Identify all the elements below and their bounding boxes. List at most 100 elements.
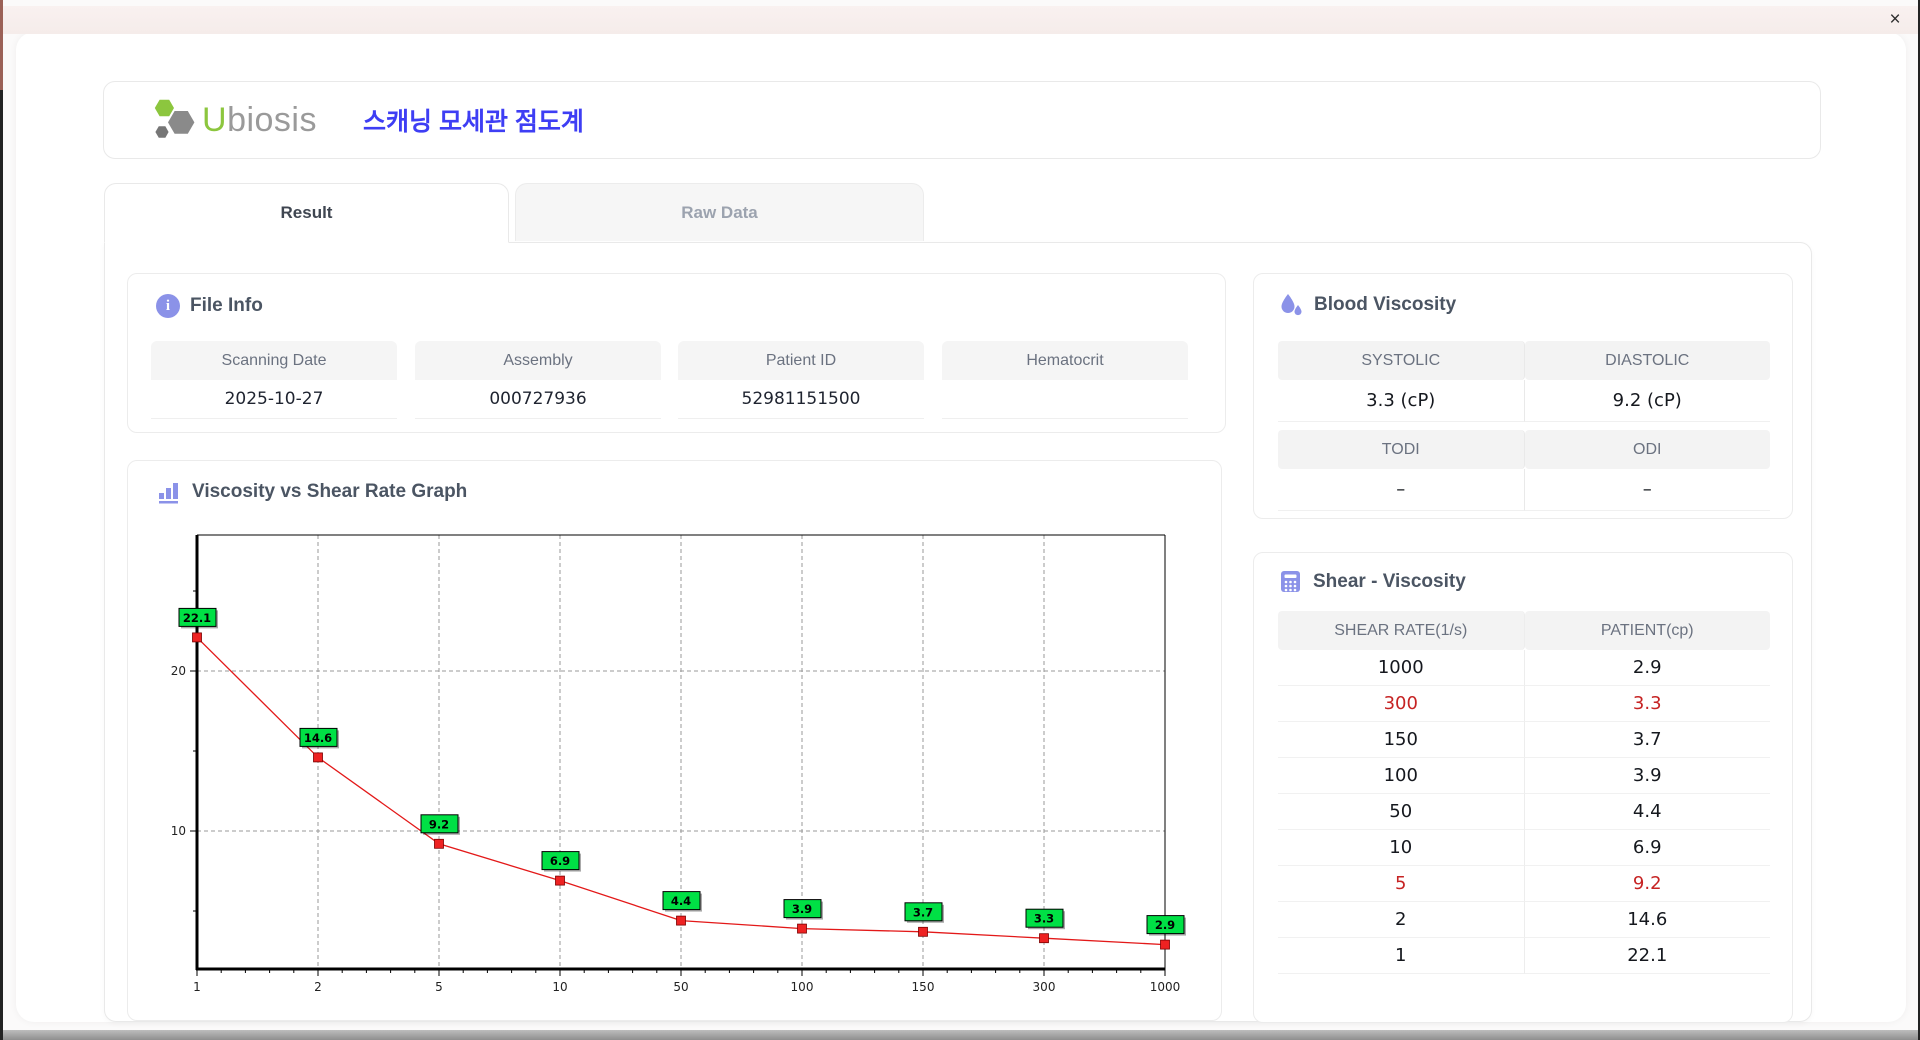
svg-text:1000: 1000 [1150, 980, 1181, 994]
bar-chart-icon [159, 483, 178, 504]
odi-header: ODI [1524, 430, 1770, 469]
result-content: i File Info Scanning Date 2025-10-27 Ass… [104, 242, 1812, 1023]
tab-result[interactable]: Result [104, 183, 509, 243]
blood-viscosity-title: Blood Viscosity [1278, 292, 1456, 318]
graph-panel: Viscosity vs Shear Rate Graph 10 20 1 2 5 10 5… [127, 460, 1222, 1021]
field-patient-id: Patient ID 52981151500 [678, 341, 924, 419]
window-titlebar: × [3, 6, 1918, 34]
systolic-value: 3.3 (cP) [1278, 380, 1525, 422]
patient-cell: 14.6 [1524, 902, 1770, 938]
shear-cell: 300 [1278, 686, 1525, 722]
patient-column-header: PATIENT(cp) [1524, 611, 1770, 650]
patient-cell: 4.4 [1524, 794, 1770, 830]
odi-value: – [1524, 469, 1770, 511]
shear-rate-column-header: SHEAR RATE(1/s) [1278, 611, 1525, 650]
tab-bar: Result Raw Data [104, 183, 924, 243]
ubiosis-logo: Ubiosis [150, 96, 317, 144]
svg-text:2.9: 2.9 [1155, 918, 1175, 932]
diastolic-value: 9.2 (cP) [1524, 380, 1770, 422]
field-label: Scanning Date [151, 341, 397, 380]
file-info-title: i File Info [156, 294, 263, 318]
table-row: 150 3.7 [1278, 722, 1770, 758]
svg-text:22.1: 22.1 [183, 611, 211, 625]
close-icon[interactable]: × [1884, 10, 1906, 32]
main-window: Ubiosis 스캐닝 모세관 점도계 Result Raw Data i Fi… [16, 32, 1906, 1023]
svg-text:150: 150 [912, 980, 935, 994]
svg-text:20: 20 [171, 664, 186, 678]
svg-text:1: 1 [193, 980, 201, 994]
page-title: 스캐닝 모세관 점도계 [363, 108, 584, 136]
graph-title: Viscosity vs Shear Rate Graph [156, 479, 467, 505]
shear-cell: 150 [1278, 722, 1525, 758]
table-row: 10 6.9 [1278, 830, 1770, 866]
svg-text:3.9: 3.9 [792, 902, 812, 916]
field-label: Patient ID [678, 341, 924, 380]
shear-cell: 100 [1278, 758, 1525, 794]
svg-text:6.9: 6.9 [550, 854, 570, 868]
svg-text:14.6: 14.6 [304, 731, 332, 745]
shear-viscosity-title: Shear - Viscosity [1278, 569, 1466, 594]
field-value [942, 380, 1188, 419]
patient-cell: 3.3 [1524, 686, 1770, 722]
svg-text:300: 300 [1033, 980, 1056, 994]
svg-text:2: 2 [314, 980, 322, 994]
shear-viscosity-table: SHEAR RATE(1/s) PATIENT(cp) 1000 2.9 300 3… [1278, 611, 1770, 974]
field-value: 2025-10-27 [151, 380, 397, 419]
shear-cell: 2 [1278, 902, 1525, 938]
patient-cell: 22.1 [1524, 938, 1770, 974]
patient-cell: 6.9 [1524, 830, 1770, 866]
field-assembly: Assembly 000727936 [415, 341, 661, 419]
shear-cell: 10 [1278, 830, 1525, 866]
blood-viscosity-table-bottom: TODI ODI – – [1278, 430, 1770, 511]
svg-text:10: 10 [171, 824, 186, 838]
shear-cell: 5 [1278, 866, 1525, 902]
shear-cell: 50 [1278, 794, 1525, 830]
hexagon-logo-icon [154, 99, 195, 138]
field-label: Hematocrit [942, 341, 1188, 380]
table-row: 300 3.3 [1278, 686, 1770, 722]
blood-viscosity-table-top: SYSTOLIC DIASTOLIC 3.3 (cP) 9.2 (cP) [1278, 341, 1770, 422]
patient-cell: 3.9 [1524, 758, 1770, 794]
table-row: 2 14.6 [1278, 902, 1770, 938]
field-scanning-date: Scanning Date 2025-10-27 [151, 341, 397, 419]
patient-cell: 2.9 [1524, 650, 1770, 686]
svg-text:5: 5 [435, 980, 443, 994]
field-value: 52981151500 [678, 380, 924, 419]
svg-text:9.2: 9.2 [429, 817, 449, 831]
viscosity-chart: 10 20 1 2 5 10 50 100 150 300 1000 22.1 14.6 9.2 6.9 4.… [171, 534, 1186, 994]
todi-header: TODI [1278, 430, 1525, 469]
blood-viscosity-panel: Blood Viscosity SYSTOLIC DIASTOLIC 3.3 (… [1253, 273, 1793, 519]
app-header: Ubiosis 스캐닝 모세관 점도계 [103, 81, 1821, 159]
window-bottom-bar [0, 1030, 1920, 1040]
diastolic-header: DIASTOLIC [1524, 341, 1770, 380]
shear-viscosity-panel: Shear - Viscosity SHEAR RATE(1/s) PATIEN… [1253, 552, 1793, 1023]
systolic-header: SYSTOLIC [1278, 341, 1525, 380]
shear-cell: 1 [1278, 938, 1525, 974]
table-row: 50 4.4 [1278, 794, 1770, 830]
shear-cell: 1000 [1278, 650, 1525, 686]
droplets-icon [1281, 294, 1302, 316]
svg-text:4.4: 4.4 [671, 894, 691, 908]
table-row: 100 3.9 [1278, 758, 1770, 794]
svg-text:3.7: 3.7 [913, 905, 933, 919]
logo-text: Ubiosis [202, 100, 317, 139]
window-left-border [0, 0, 3, 1040]
todi-value: – [1278, 469, 1525, 511]
svg-text:10: 10 [552, 980, 567, 994]
field-value: 000727936 [415, 380, 661, 419]
table-row: 1 22.1 [1278, 938, 1770, 974]
patient-cell: 9.2 [1524, 866, 1770, 902]
table-row: 1000 2.9 [1278, 650, 1770, 686]
info-icon: i [156, 294, 180, 318]
field-label: Assembly [415, 341, 661, 380]
file-info-panel: i File Info Scanning Date 2025-10-27 Ass… [127, 273, 1226, 433]
svg-text:3.3: 3.3 [1034, 912, 1054, 926]
table-row: 5 9.2 [1278, 866, 1770, 902]
tab-raw-data[interactable]: Raw Data [515, 183, 924, 241]
window-left-accent [0, 0, 3, 90]
calculator-icon [1281, 571, 1300, 592]
svg-text:100: 100 [791, 980, 814, 994]
patient-cell: 3.7 [1524, 722, 1770, 758]
svg-text:50: 50 [673, 980, 688, 994]
field-hematocrit: Hematocrit [942, 341, 1188, 419]
